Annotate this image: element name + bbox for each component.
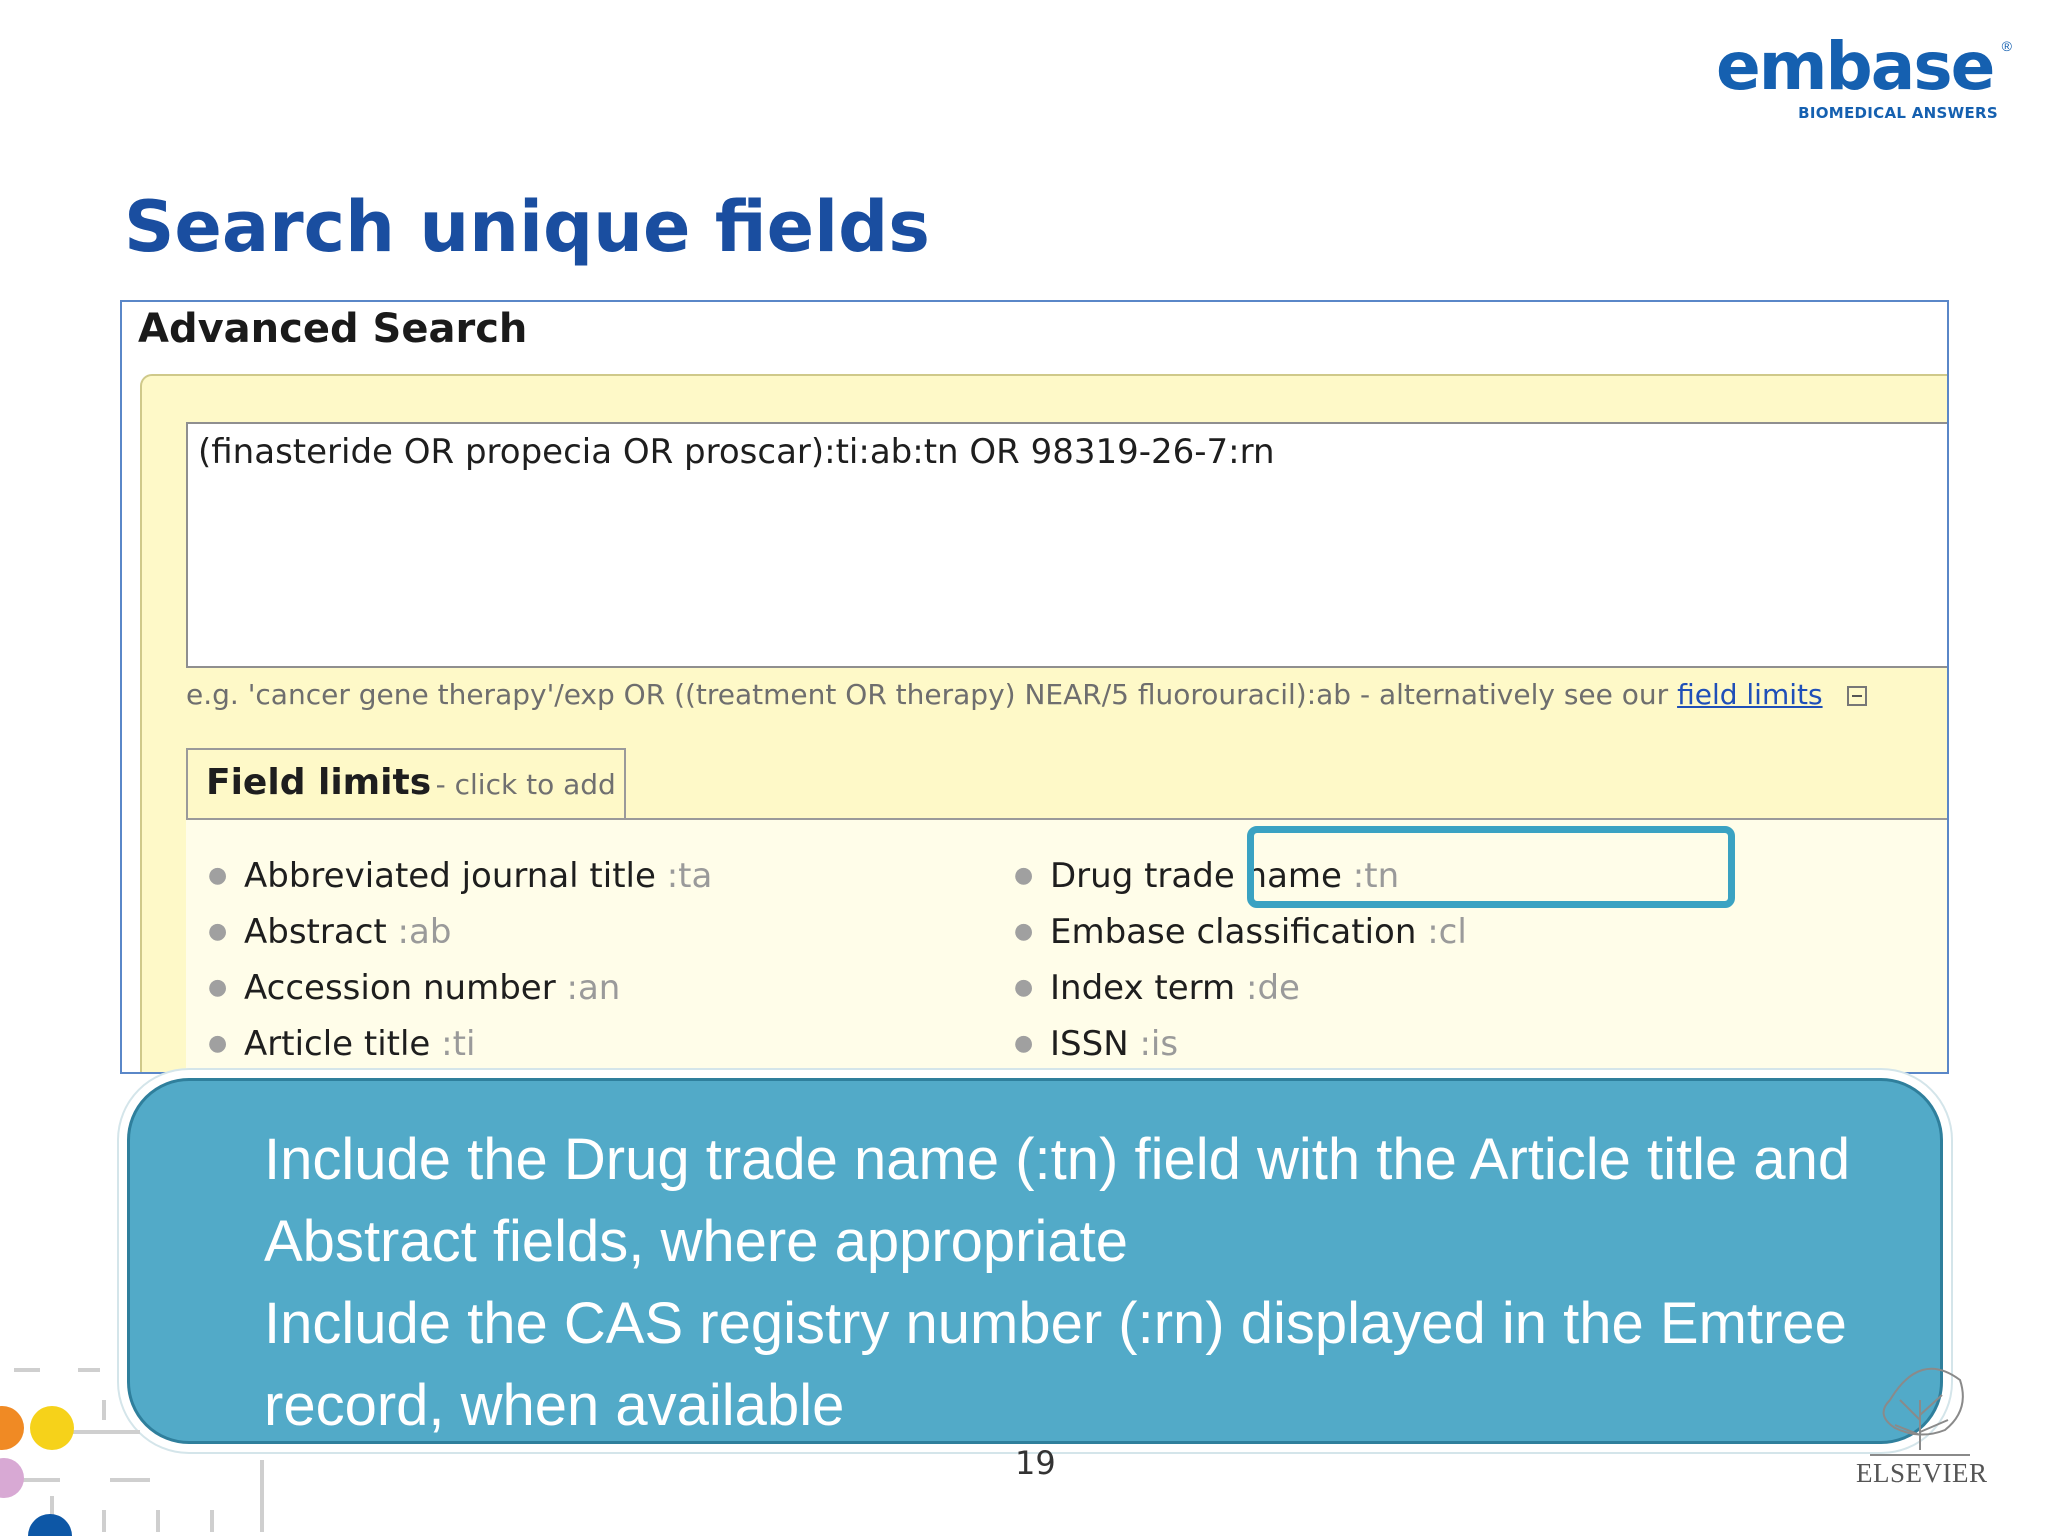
field-limit-item-ab[interactable]: ● Abstract :ab <box>206 904 712 960</box>
bullet-icon: ● <box>208 863 228 888</box>
field-limit-code: :de <box>1245 968 1300 1008</box>
field-limit-item-ti[interactable]: ● Article title :ti <box>206 1016 712 1072</box>
drug-trade-name-highlight <box>1247 826 1735 908</box>
field-limits-left-column: ● Abbreviated journal title :ta ● Abstra… <box>206 848 712 1072</box>
callout-line-2: Include the CAS registry number (:rn) di… <box>264 1291 1847 1438</box>
bullet-icon: ● <box>208 1031 228 1056</box>
field-limit-code: :ti <box>441 1024 476 1064</box>
bullet-icon: ● <box>208 919 228 944</box>
page-number: 19 <box>1015 1444 1056 1482</box>
field-limit-label: ISSN <box>1050 1024 1129 1064</box>
callout-box: Include the Drug trade name (:tn) field … <box>127 1078 1943 1444</box>
bullet-icon: ● <box>1014 863 1034 888</box>
embase-logo: embase ® BIOMEDICAL ANSWERS <box>1716 28 2012 124</box>
field-limit-label: Embase classification <box>1050 912 1417 952</box>
field-limit-label: Abstract <box>244 912 387 952</box>
logo-registered-mark: ® <box>2001 38 2012 54</box>
logo-tagline: BIOMEDICAL ANSWERS <box>1798 104 1998 122</box>
decorative-dots-graphic <box>0 1368 264 1536</box>
field-limits-hint: - click to add <box>435 768 616 801</box>
bullet-icon: ● <box>1014 919 1034 944</box>
field-limit-label: Article title <box>244 1024 431 1064</box>
example-text: e.g. 'cancer gene therapy'/exp OR ((trea… <box>186 678 1669 711</box>
field-limits-title: Field limits <box>206 762 432 803</box>
callout-line-1: Include the Drug trade name (:tn) field … <box>264 1127 1851 1274</box>
query-textarea[interactable]: (finasteride OR propecia OR proscar):ti:… <box>186 422 1947 668</box>
slide-title: Search unique fields <box>124 186 930 268</box>
field-limit-item-de[interactable]: ● Index term :de <box>1012 960 1467 1016</box>
field-limit-label: Index term <box>1050 968 1236 1008</box>
elsevier-wordmark: ELSEVIER <box>1856 1458 1988 1488</box>
bullet-icon: ● <box>1014 1031 1034 1056</box>
collapse-icon[interactable] <box>1847 686 1868 706</box>
field-limit-code: :an <box>566 968 621 1008</box>
field-limits-tab[interactable]: Field limits - click to add <box>186 748 626 818</box>
field-limit-label: Accession number <box>244 968 556 1008</box>
logo-wordmark: embase <box>1716 28 1995 105</box>
field-limit-item-is[interactable]: ● ISSN :is <box>1012 1016 1467 1072</box>
field-limit-code: :is <box>1139 1024 1179 1064</box>
bullet-icon: ● <box>208 975 228 1000</box>
field-limit-item-an[interactable]: ● Accession number :an <box>206 960 712 1016</box>
search-example: e.g. 'cancer gene therapy'/exp OR ((trea… <box>186 678 1868 711</box>
field-limit-item-cl[interactable]: ● Embase classification :cl <box>1012 904 1467 960</box>
field-limit-label: Abbreviated journal title <box>244 856 656 896</box>
field-limit-item-ta[interactable]: ● Abbreviated journal title :ta <box>206 848 712 904</box>
callout-text: Include the Drug trade name (:tn) field … <box>264 1119 1924 1447</box>
field-limit-code: :ab <box>397 912 452 952</box>
field-limit-code: :cl <box>1427 912 1467 952</box>
advanced-search-title: Advanced Search <box>138 306 528 352</box>
query-text: (finasteride OR propecia OR proscar):ti:… <box>198 432 1275 472</box>
field-limit-code: :ta <box>666 856 713 896</box>
advanced-search-screenshot: Advanced Search (finasteride OR propecia… <box>120 300 1949 1074</box>
bullet-icon: ● <box>1014 975 1034 1000</box>
field-limits-link[interactable]: field limits <box>1677 678 1823 711</box>
